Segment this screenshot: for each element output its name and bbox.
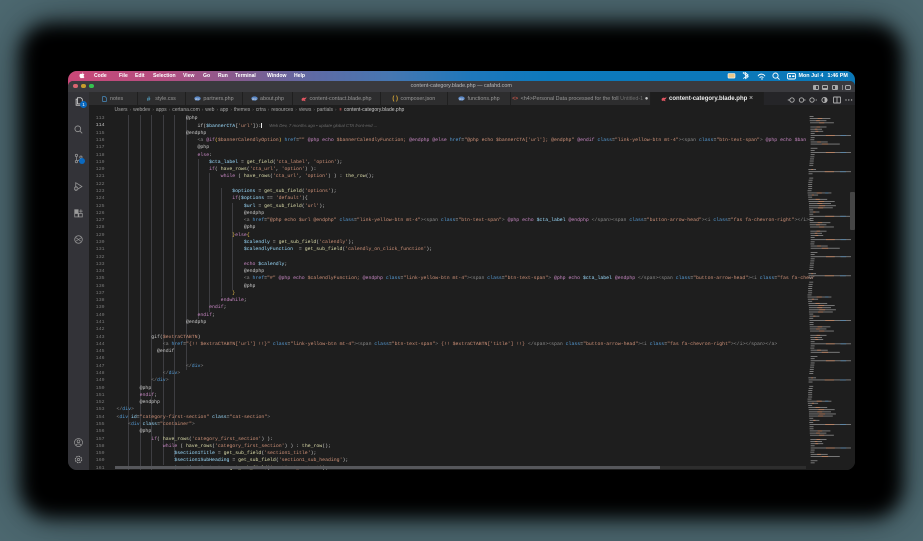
svg-text:php: php — [195, 97, 200, 101]
svg-text:php: php — [459, 97, 464, 101]
svg-text:php: php — [251, 97, 256, 101]
svg-text:#: # — [147, 96, 151, 102]
